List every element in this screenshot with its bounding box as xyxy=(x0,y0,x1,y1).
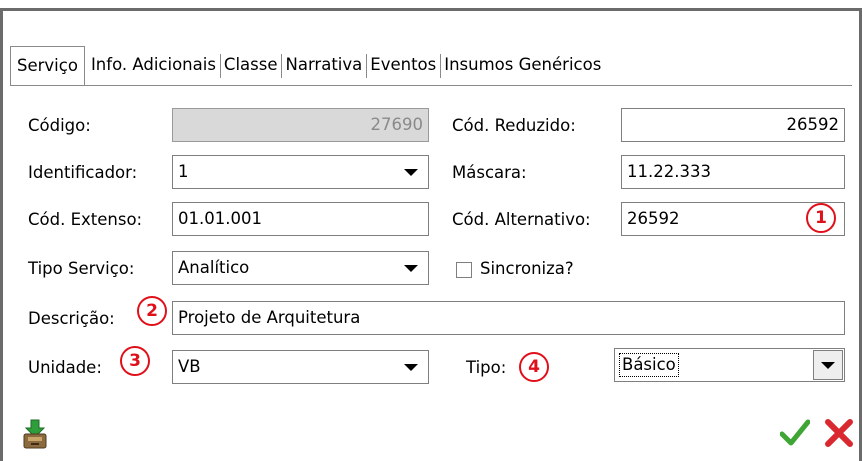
unidade-value: VB xyxy=(178,357,201,376)
tab-servico[interactable]: Serviço xyxy=(10,46,85,85)
tipo-label: Tipo: xyxy=(466,358,507,377)
tipo-value: Básico xyxy=(619,353,679,377)
tab-narrativa[interactable]: Narrativa xyxy=(281,46,366,84)
annotation-badge-1: 1 xyxy=(806,203,836,233)
tab-underline xyxy=(10,85,852,86)
tipo-servico-dropdown-button[interactable] xyxy=(396,254,426,282)
tipo-dropdown-button[interactable] xyxy=(813,350,843,380)
tab-bar: Serviço Info. Adicionais Classe Narrativ… xyxy=(10,46,605,86)
mascara-label: Máscara: xyxy=(452,163,527,182)
unidade-select[interactable]: VB xyxy=(172,350,429,384)
descricao-label: Descrição: xyxy=(28,309,115,328)
sincroniza-checkbox[interactable] xyxy=(456,262,472,278)
tipo-servico-select[interactable]: Analítico xyxy=(172,251,429,285)
unidade-label: Unidade: xyxy=(28,358,102,377)
unidade-dropdown-button[interactable] xyxy=(396,353,426,381)
cod-extenso-field[interactable]: 01.01.001 xyxy=(172,202,429,236)
codigo-label: Código: xyxy=(28,116,91,135)
save-to-archive-icon[interactable] xyxy=(22,419,48,449)
cod-reduzido-field[interactable]: 26592 xyxy=(621,108,845,142)
annotation-badge-4: 4 xyxy=(519,352,549,382)
annotation-badge-2: 2 xyxy=(137,296,167,326)
green-checkmark-icon[interactable] xyxy=(780,418,810,448)
descricao-field[interactable]: Projeto de Arquitetura xyxy=(172,301,845,335)
tipo-servico-label: Tipo Serviço: xyxy=(28,259,135,278)
tab-insumos-genericos[interactable]: Insumos Genéricos xyxy=(440,46,605,84)
chevron-down-icon xyxy=(404,168,418,176)
chevron-down-icon xyxy=(404,264,418,272)
identificador-dropdown-button[interactable] xyxy=(396,158,426,186)
cod-extenso-label: Cód. Extenso: xyxy=(28,210,143,229)
red-x-icon[interactable] xyxy=(824,418,854,448)
tab-info-adicionais[interactable]: Info. Adicionais xyxy=(87,46,220,84)
window-frame-top xyxy=(0,8,862,11)
tipo-select[interactable]: Básico xyxy=(614,348,845,382)
tipo-servico-value: Analítico xyxy=(178,258,250,277)
identificador-select[interactable]: 1 xyxy=(172,155,429,189)
tab-eventos[interactable]: Eventos xyxy=(366,46,440,84)
identificador-label: Identificador: xyxy=(28,163,138,182)
identificador-value: 1 xyxy=(178,162,189,181)
cod-reduzido-label: Cód. Reduzido: xyxy=(452,116,576,135)
chevron-down-icon xyxy=(404,363,418,371)
mascara-field[interactable]: 11.22.333 xyxy=(621,155,845,189)
chevron-down-icon xyxy=(821,361,835,369)
codigo-field[interactable]: 27690 xyxy=(172,108,429,142)
window-frame-left xyxy=(0,8,3,461)
cod-alternativo-label: Cód. Alternativo: xyxy=(452,210,591,229)
annotation-badge-3: 3 xyxy=(120,346,150,376)
sincroniza-label: Sincroniza? xyxy=(480,259,574,278)
tab-classe[interactable]: Classe xyxy=(219,46,282,84)
